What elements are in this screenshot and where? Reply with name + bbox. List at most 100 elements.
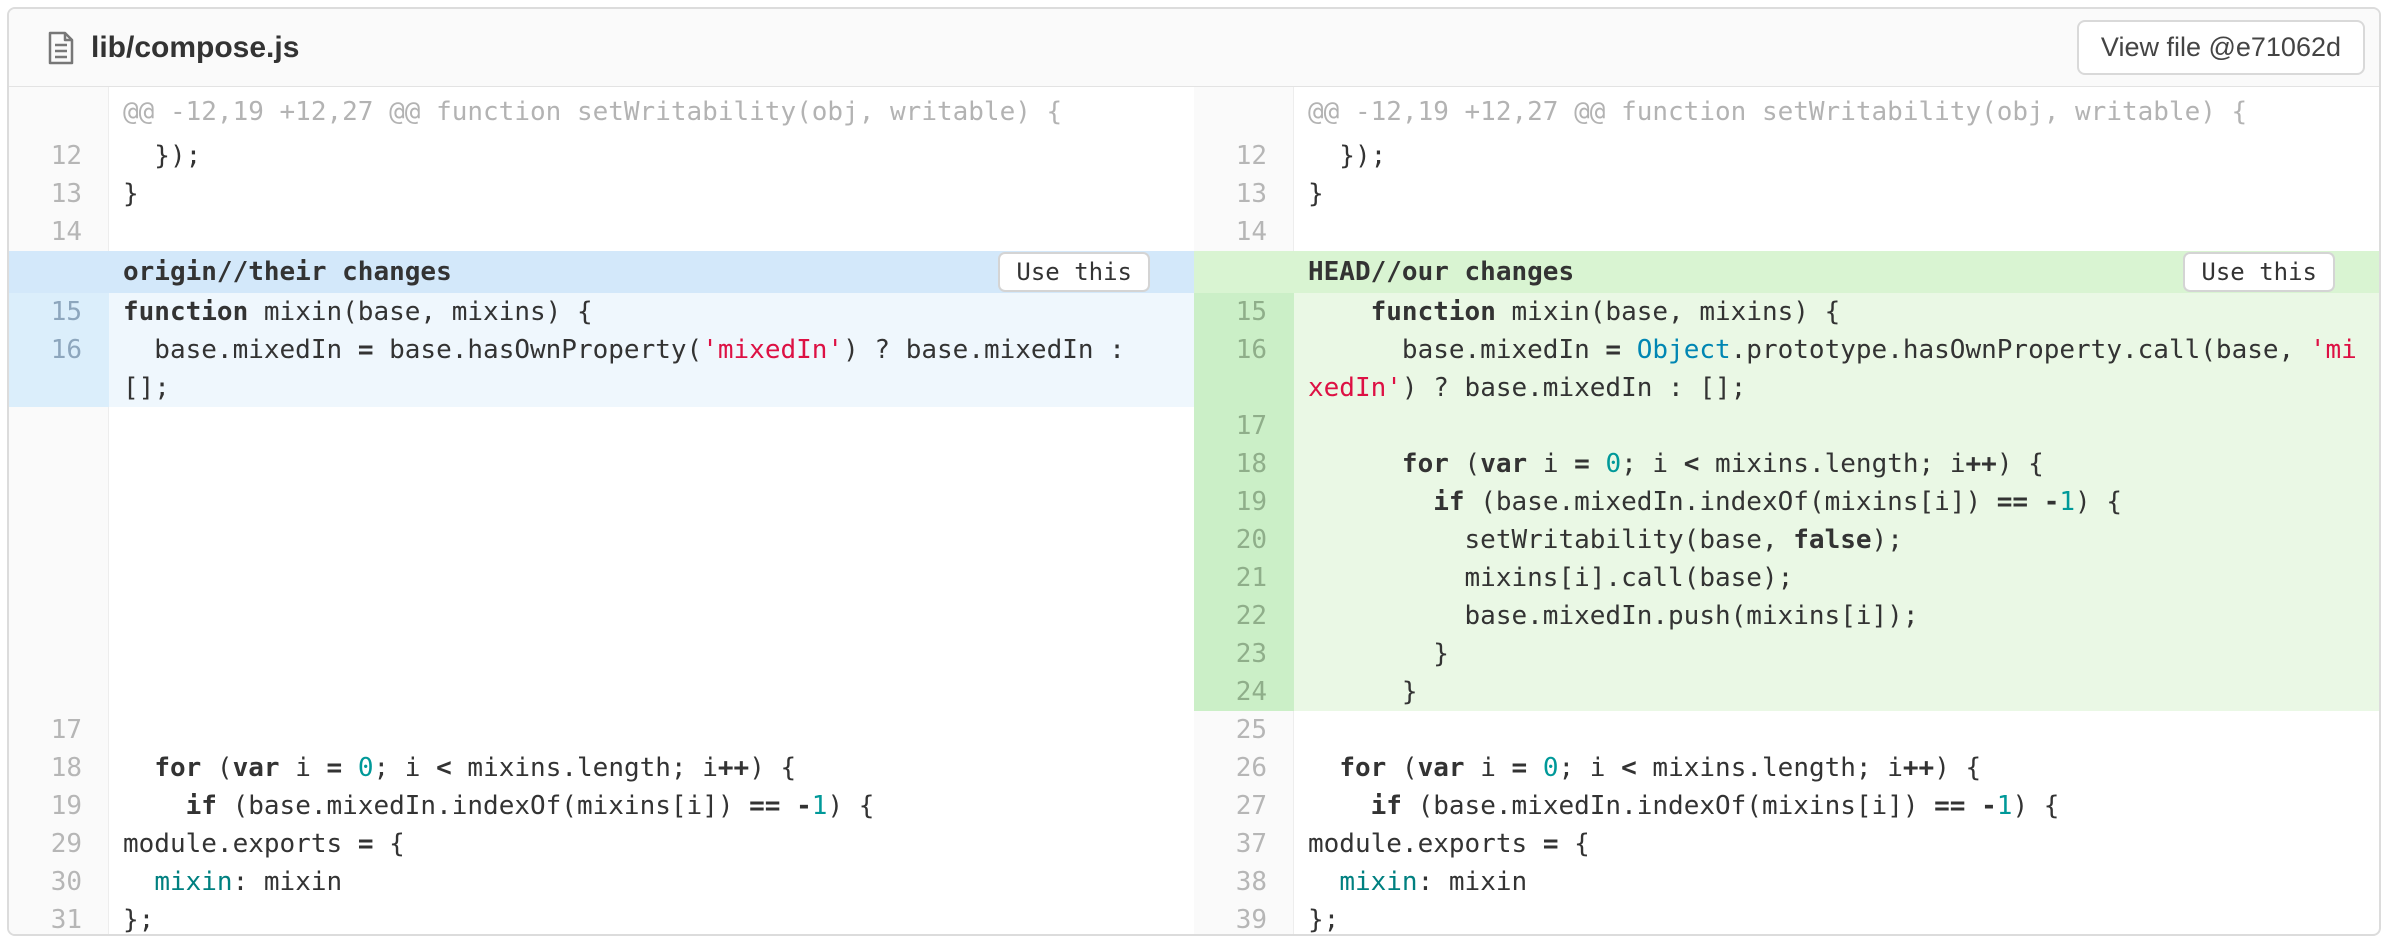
code-token-k: =	[1605, 335, 1621, 365]
code-token: module.exports	[1308, 829, 1543, 859]
code-token: (base.mixedIn.indexOf(mixins[i])	[1402, 791, 1934, 821]
code-token	[1308, 449, 1402, 479]
code-token-k: var	[1418, 753, 1465, 783]
file-path-title: lib/compose.js	[91, 31, 299, 65]
code-token-k: -	[1981, 791, 1997, 821]
hunk-header-row: @@ -12,19 +12,27 @@ function setWritabil…	[9, 87, 1194, 137]
code-token	[1308, 867, 1339, 897]
code-token-k: -	[796, 791, 812, 821]
use-this-button[interactable]: Use this	[2183, 252, 2335, 292]
code-token: };	[123, 905, 154, 935]
code-token	[1965, 791, 1981, 821]
code-token-k: var	[1480, 449, 1527, 479]
line-number: 15	[1194, 293, 1294, 331]
conflict-source-label: origin//their changes	[123, 251, 452, 293]
code-token: };	[1308, 905, 1339, 935]
code-token: ; i	[374, 753, 437, 783]
diff-row: 12 });	[1194, 137, 2379, 175]
line-number: 30	[9, 863, 109, 901]
code-token: mixins.length; i	[1699, 449, 1965, 479]
diff-row: 18 for (var i = 0; i < mixins.length; i+…	[1194, 445, 2379, 483]
code-line: function mixin(base, mixins) {	[1294, 293, 2379, 331]
code-line: base.mixedIn = base.hasOwnProperty('mixe…	[109, 331, 1194, 407]
code-token-k: for	[1402, 449, 1449, 479]
code-token: : mixin	[1418, 867, 1528, 897]
code-line: });	[109, 137, 1194, 175]
line-number: 23	[1194, 635, 1294, 673]
code-token	[1308, 487, 1433, 517]
code-token	[2028, 487, 2044, 517]
code-line: module.exports = {	[109, 825, 1194, 863]
line-number	[9, 407, 109, 711]
code-line: for (var i = 0; i < mixins.length; i++) …	[1294, 445, 2379, 483]
code-token-k: -	[2044, 487, 2060, 517]
hunk-header-text: @@ -12,19 +12,27 @@ function setWritabil…	[1294, 87, 2379, 137]
file-diff-card: lib/compose.js View file @e71062d @@ -12…	[7, 7, 2381, 936]
line-number: 14	[1194, 213, 1294, 251]
code-line: }	[1294, 175, 2379, 213]
diff-row: 38 mixin: mixin	[1194, 863, 2379, 901]
line-number: 13	[1194, 175, 1294, 213]
line-number: 27	[1194, 787, 1294, 825]
code-token	[780, 791, 796, 821]
code-token	[123, 791, 186, 821]
diff-row: 19 if (base.mixedIn.indexOf(mixins[i]) =…	[9, 787, 1194, 825]
conflict-header-content: HEAD//our changesUse this	[1294, 251, 2379, 293]
code-token: ) ? base.mixedIn : [];	[1402, 373, 1746, 403]
code-line: setWritability(base, false);	[1294, 521, 2379, 559]
code-line	[1294, 213, 2379, 251]
code-line: if (base.mixedIn.indexOf(mixins[i]) == -…	[1294, 483, 2379, 521]
code-token: }	[1308, 179, 1324, 209]
code-token	[1621, 335, 1637, 365]
code-token-b: Object	[1637, 335, 1731, 365]
diff-row: 21 mixins[i].call(base);	[1194, 559, 2379, 597]
code-token: mixins[i].call(base);	[1308, 563, 1793, 593]
code-token-k: =	[358, 829, 374, 859]
code-line: base.mixedIn.push(mixins[i]);	[1294, 597, 2379, 635]
code-token-k: =	[1543, 829, 1559, 859]
code-token-p: mixin	[154, 867, 232, 897]
code-line: mixin: mixin	[109, 863, 1194, 901]
code-token: base.mixedIn	[123, 335, 358, 365]
view-file-button[interactable]: View file @e71062d	[2077, 20, 2365, 75]
diff-row: 37module.exports = {	[1194, 825, 2379, 863]
diff-row: 15 function mixin(base, mixins) {	[1194, 293, 2379, 331]
code-token	[1308, 791, 1371, 821]
code-token: : mixin	[233, 867, 343, 897]
code-line: }	[109, 175, 1194, 213]
code-token-k: var	[233, 753, 280, 783]
line-number: 17	[9, 711, 109, 749]
code-token-n: 0	[358, 753, 374, 783]
code-token: );	[1872, 525, 1903, 555]
code-token-k: for	[1339, 753, 1386, 783]
line-number: 25	[1194, 711, 1294, 749]
diff-row: 12 });	[9, 137, 1194, 175]
code-token: module.exports	[123, 829, 358, 859]
code-line: if (base.mixedIn.indexOf(mixins[i]) == -…	[109, 787, 1194, 825]
use-this-button[interactable]: Use this	[998, 252, 1150, 292]
diff-row: 13}	[9, 175, 1194, 213]
code-token-n: 1	[1997, 791, 2013, 821]
code-token-k: ++	[718, 753, 749, 783]
code-token: (	[1449, 449, 1480, 479]
line-number	[1194, 251, 1294, 293]
line-number: 12	[1194, 137, 1294, 175]
code-token	[123, 867, 154, 897]
code-token: ; i	[1621, 449, 1684, 479]
line-number: 31	[9, 901, 109, 936]
line-number: 24	[1194, 673, 1294, 711]
code-token: ) {	[2075, 487, 2122, 517]
conflict-header-row: HEAD//our changesUse this	[1194, 251, 2379, 293]
code-token: mixins.length; i	[1637, 753, 1903, 783]
diff-pane-theirs: @@ -12,19 +12,27 @@ function setWritabil…	[9, 87, 1194, 936]
code-line: if (base.mixedIn.indexOf(mixins[i]) == -…	[1294, 787, 2379, 825]
code-token: i	[280, 753, 327, 783]
code-line: });	[1294, 137, 2379, 175]
diff-row: 31};	[9, 901, 1194, 936]
diff-row: 19 if (base.mixedIn.indexOf(mixins[i]) =…	[1194, 483, 2379, 521]
line-number: 18	[1194, 445, 1294, 483]
code-token: });	[123, 141, 201, 171]
filler-space	[109, 407, 1194, 711]
code-token: base.hasOwnProperty(	[373, 335, 702, 365]
line-number: 37	[1194, 825, 1294, 863]
